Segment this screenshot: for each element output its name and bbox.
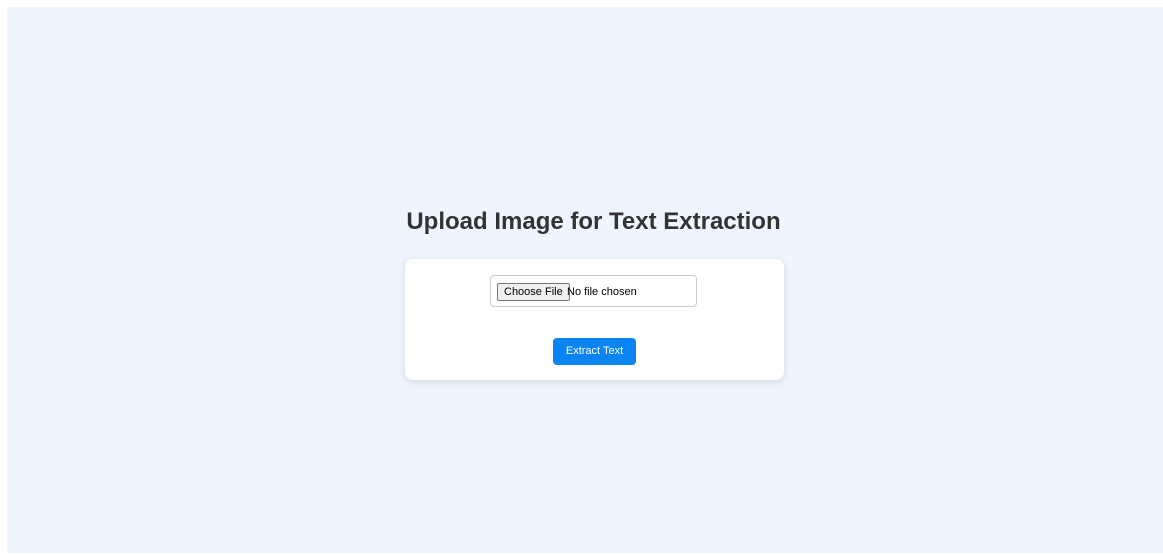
choose-file-button[interactable]: Choose File <box>497 283 570 301</box>
upload-card: Choose File No file chosen Extract Text <box>405 259 784 380</box>
page-background: Upload Image for Text Extraction Choose … <box>7 7 1163 553</box>
page-title: Upload Image for Text Extraction <box>406 208 781 235</box>
file-status-text: No file chosen <box>567 286 637 298</box>
file-input[interactable]: Choose File No file chosen <box>490 275 697 307</box>
extract-text-button[interactable]: Extract Text <box>553 338 636 365</box>
